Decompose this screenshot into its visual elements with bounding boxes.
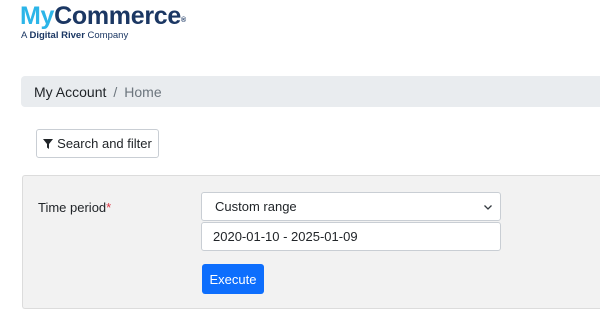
chevron-down-icon bbox=[484, 205, 492, 210]
search-and-filter-label: Search and filter bbox=[57, 136, 152, 151]
search-and-filter-button[interactable]: Search and filter bbox=[36, 129, 159, 158]
breadcrumb-item-my-account[interactable]: My Account bbox=[34, 84, 106, 100]
main-content: My Account / Home Search and filter Time… bbox=[0, 44, 600, 317]
date-range-value: 2020-01-10 - 2025-01-09 bbox=[213, 229, 358, 244]
mycommerce-logo[interactable]: MyCommerce® A Digital River Company bbox=[20, 4, 186, 42]
logo-tagline-prefix: A bbox=[21, 30, 27, 41]
breadcrumb-separator: / bbox=[113, 83, 118, 100]
required-mark: * bbox=[106, 200, 112, 215]
filter-icon bbox=[43, 138, 54, 149]
breadcrumb-item-home: Home bbox=[124, 83, 162, 100]
logo-tagline-brand: Digital River bbox=[29, 30, 85, 41]
filter-panel: Time period* Custom range 2020-01-10 - 2… bbox=[22, 175, 600, 309]
header: MyCommerce® A Digital River Company bbox=[0, 0, 600, 44]
logo-tagline: A Digital River Company bbox=[21, 30, 186, 41]
time-period-select[interactable]: Custom range bbox=[201, 192, 501, 221]
logo-tagline-suffix: Company bbox=[87, 30, 129, 41]
execute-button[interactable]: Execute bbox=[202, 264, 264, 294]
breadcrumb: My Account / Home bbox=[21, 76, 600, 107]
logo-registered-mark: ® bbox=[180, 17, 186, 24]
logo-commerce-text: Commerce bbox=[54, 2, 181, 30]
time-period-label: Time period* bbox=[38, 200, 111, 215]
date-range-input[interactable]: 2020-01-10 - 2025-01-09 bbox=[201, 222, 501, 251]
time-period-selected-value: Custom range bbox=[215, 199, 297, 214]
time-period-label-text: Time period bbox=[38, 200, 107, 215]
logo-wordmark: MyCommerce® bbox=[20, 4, 186, 29]
logo-my-text: My bbox=[20, 2, 55, 30]
execute-button-label: Execute bbox=[209, 271, 257, 287]
